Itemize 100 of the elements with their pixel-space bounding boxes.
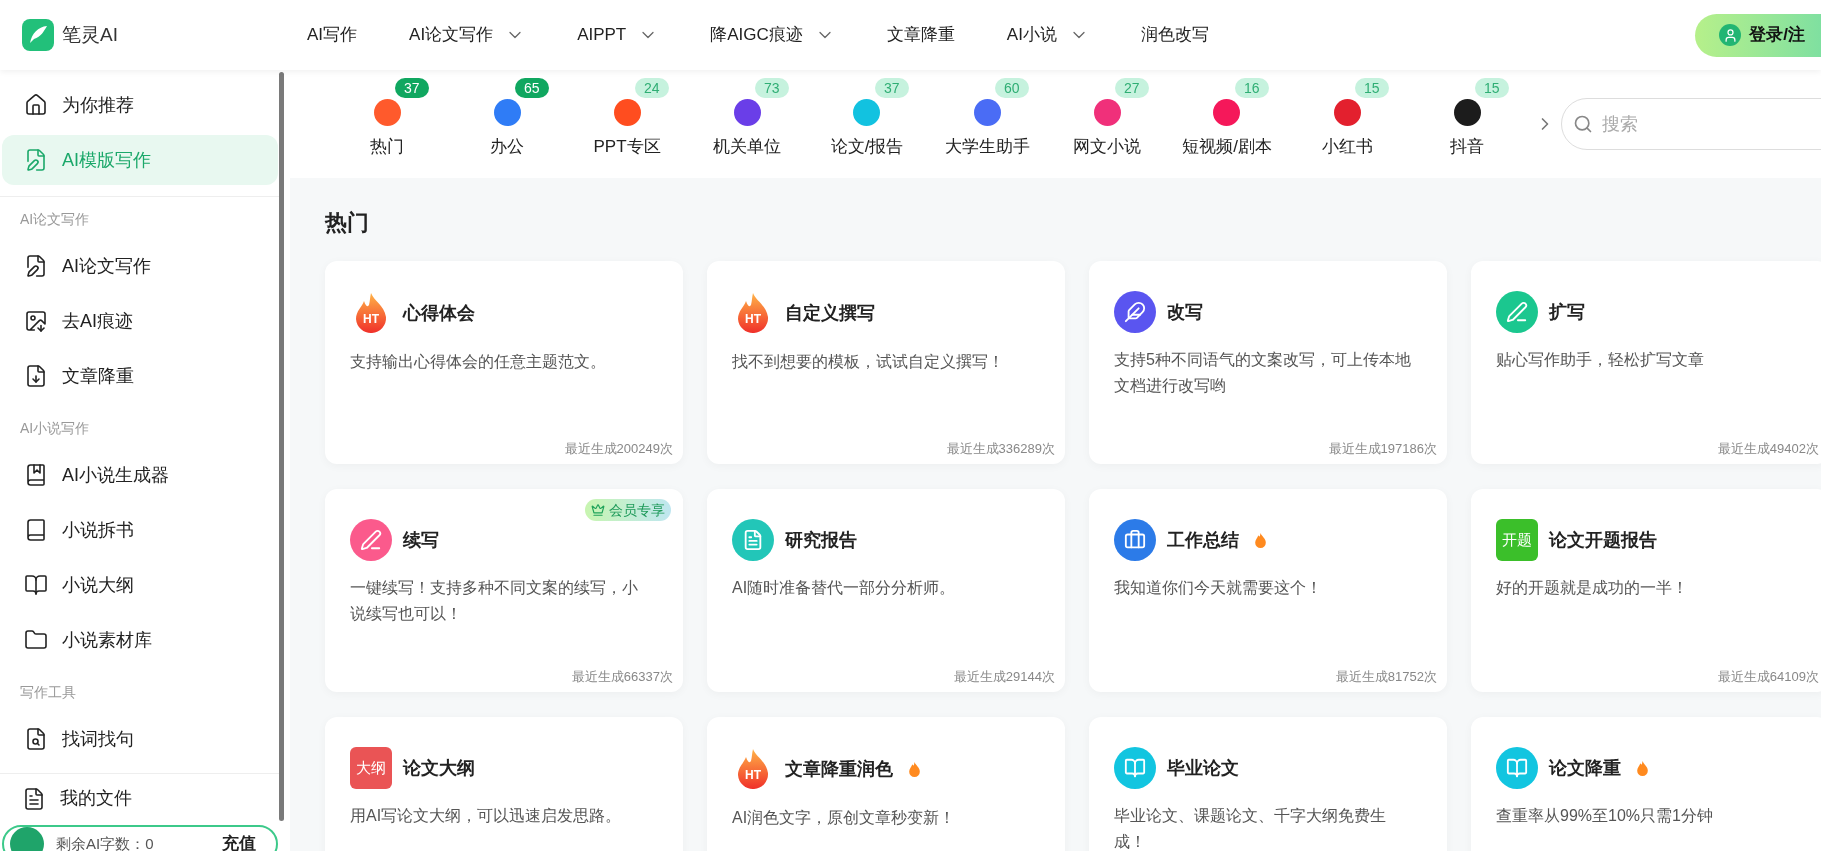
template-card[interactable]: 工作总结 我知道你们今天就需要这个！ 最近生成81752次 [1089,489,1447,692]
template-card[interactable]: 开题 论文开题报告 好的开题就是成功的一半！ 最近生成64109次 [1471,489,1821,692]
card-description: 找不到想要的模板，试试自定义撰写！ [732,352,1005,372]
sidebar-item[interactable]: 文章降重 [2,351,278,401]
search-field[interactable]: 搜索 [1561,98,1821,150]
nav-link[interactable]: 润色改写 [1140,22,1209,48]
count-badge: 37 [395,78,429,99]
template-card[interactable]: 改写 支持5种不同语气的文案改写，可上传本地文档进行改写哟 最近生成197186次 [1089,261,1447,464]
usage-count: 最近生成49402次 [1717,439,1819,458]
card-title: 工作总结 [1167,528,1239,552]
user-icon [1719,24,1742,46]
sidebar-icon [24,148,48,172]
card-description: 贴心写作助手，轻松扩写文章 [1496,350,1705,370]
card-description: 用AI写论文大纲，可以迅速启发思路。 [350,806,623,826]
section-heading: AI小说写作 [19,418,91,438]
card-title: 论文大纲 [403,756,475,780]
sidebar-icon [24,309,48,333]
sidebar-item[interactable]: 小说大纲 [2,560,278,610]
card-icon: 开题 [1496,519,1538,561]
sidebar-icon [24,254,48,278]
count-badge: 65 [515,78,549,99]
logo-text: 笔灵AI [62,22,118,47]
section-heading: 写作工具 [19,682,77,702]
template-card[interactable]: HT 心得体会 支持输出心得体会的任意主题范文。 最近生成200249次 [325,261,683,464]
avatar-icon [10,827,44,851]
card-description: AI随时准备替代一部分分析师。 [732,578,957,598]
category-tab[interactable]: 小红书 [1321,99,1373,160]
login-button[interactable]: 登录/注 [1695,13,1821,57]
card-description: 一键续写！支持多种不同文案的续写，小说续写也可以！ [350,578,639,624]
card-description: 好的开题就是成功的一半！ [1496,578,1689,598]
card-title: 毕业论文 [1167,756,1239,780]
category-tab[interactable]: 大学生助手 [944,99,1030,160]
recharge-link[interactable]: 充值 [222,831,256,851]
category-tab[interactable]: 热门 [370,99,404,160]
template-card[interactable]: 大纲 论文大纲 用AI写论文大纲，可以迅速启发思路。 [325,717,683,851]
category-tab[interactable]: 短视频/剧本 [1182,99,1272,160]
sidebar-icon [24,93,48,117]
count-badge: 27 [1115,78,1149,99]
card-title: 扩写 [1549,300,1585,324]
template-card[interactable]: 论文降重 查重率从99%至10%只需1分钟 [1471,717,1821,851]
usage-count: 最近生成197186次 [1328,439,1437,458]
usage-count: 最近生成200249次 [564,439,673,458]
sidebar-item[interactable]: AI小说生成器 [2,450,278,500]
sidebar-item[interactable]: 为你推荐 [2,80,278,130]
file-icon [22,786,46,811]
nav-link[interactable]: 降AIGC痕迹 [710,22,835,48]
section-heading: AI论文写作 [19,209,91,229]
sidebar-item[interactable]: 找词找句 [2,714,278,764]
card-title: 论文开题报告 [1549,528,1657,552]
sidebar-item[interactable]: 小说拆书 [2,505,278,555]
sidebar-icon [24,573,48,597]
count-badge: 24 [635,78,669,99]
count-badge: 15 [1475,78,1509,99]
nav-link[interactable]: AI小说 [1006,22,1089,48]
card-title: 改写 [1167,300,1203,324]
quota-text: 剩余AI字数：0 [56,833,154,851]
sidebar-icon [24,518,48,542]
count-badge: 37 [875,78,909,99]
card-description: 查重率从99%至10%只需1分钟 [1496,806,1714,826]
card-title: 文章降重润色 [785,757,893,781]
template-card[interactable]: 研究报告 AI随时准备替代一部分分析师。 最近生成29144次 [707,489,1065,692]
sidebar-item[interactable]: 我的文件 [0,773,280,823]
sidebar-item[interactable]: 去AI痕迹 [2,296,278,346]
template-card[interactable]: HT 自定义撰写 找不到想要的模板，试试自定义撰写！ 最近生成336289次 [707,261,1065,464]
nav-link[interactable]: AI写作 [307,22,358,48]
card-description: 支持5种不同语气的文案改写，可上传本地文档进行改写哟 [1114,350,1412,396]
category-tab[interactable]: 论文/报告 [830,99,904,160]
category-tab[interactable]: 抖音 [1450,99,1484,160]
count-badge: 16 [1235,78,1269,99]
search-icon [1573,114,1593,134]
usage-count: 最近生成336289次 [946,439,1055,458]
card-title: 研究报告 [785,528,857,552]
card-description: 支持输出心得体会的任意主题范文。 [350,352,607,372]
card-title: 论文降重 [1549,756,1621,780]
sidebar-item[interactable]: 小说素材库 [2,615,278,665]
usage-count: 最近生成64109次 [1717,667,1819,686]
member-badge: 会员专享 [585,499,671,521]
template-card[interactable]: HT 文章降重润色 AI润色文字，原创文章秒变新！ [707,717,1065,851]
category-tab[interactable]: PPT专区 [593,99,661,160]
template-card[interactable]: 会员专享 续写 一键续写！支持多种不同文案的续写，小说续写也可以！ 最近生成66337次 [325,489,683,692]
nav-link[interactable]: AI论文写作 [409,22,526,48]
category-tab[interactable]: 办公 [490,99,524,160]
template-card[interactable]: 扩写 贴心写作助手，轻松扩写文章 最近生成49402次 [1471,261,1821,464]
usage-count: 最近生成29144次 [953,667,1055,686]
card-title: 心得体会 [403,301,475,325]
scrollbar[interactable] [279,72,284,821]
section-title: 热门 [323,209,370,237]
card-description: 我知道你们今天就需要这个！ [1114,578,1323,598]
category-tab[interactable]: 机关单位 [713,99,781,160]
category-tab[interactable]: 网文小说 [1073,99,1141,160]
usage-count: 最近生成66337次 [571,667,673,686]
logo-icon [22,19,54,51]
sidebar-item[interactable]: AI论文写作 [2,241,278,291]
card-description: AI润色文字，原创文章秒变新！ [732,808,957,828]
sidebar-icon [24,364,48,388]
card-description: 毕业论文、课题论文、千字大纲免费生成！ [1114,806,1387,851]
count-badge: 15 [1355,78,1389,99]
nav-link[interactable]: 文章降重 [886,22,955,48]
template-card[interactable]: 毕业论文 毕业论文、课题论文、千字大纲免费生成！ [1089,717,1447,851]
nav-link[interactable]: AIPPT [577,22,659,48]
